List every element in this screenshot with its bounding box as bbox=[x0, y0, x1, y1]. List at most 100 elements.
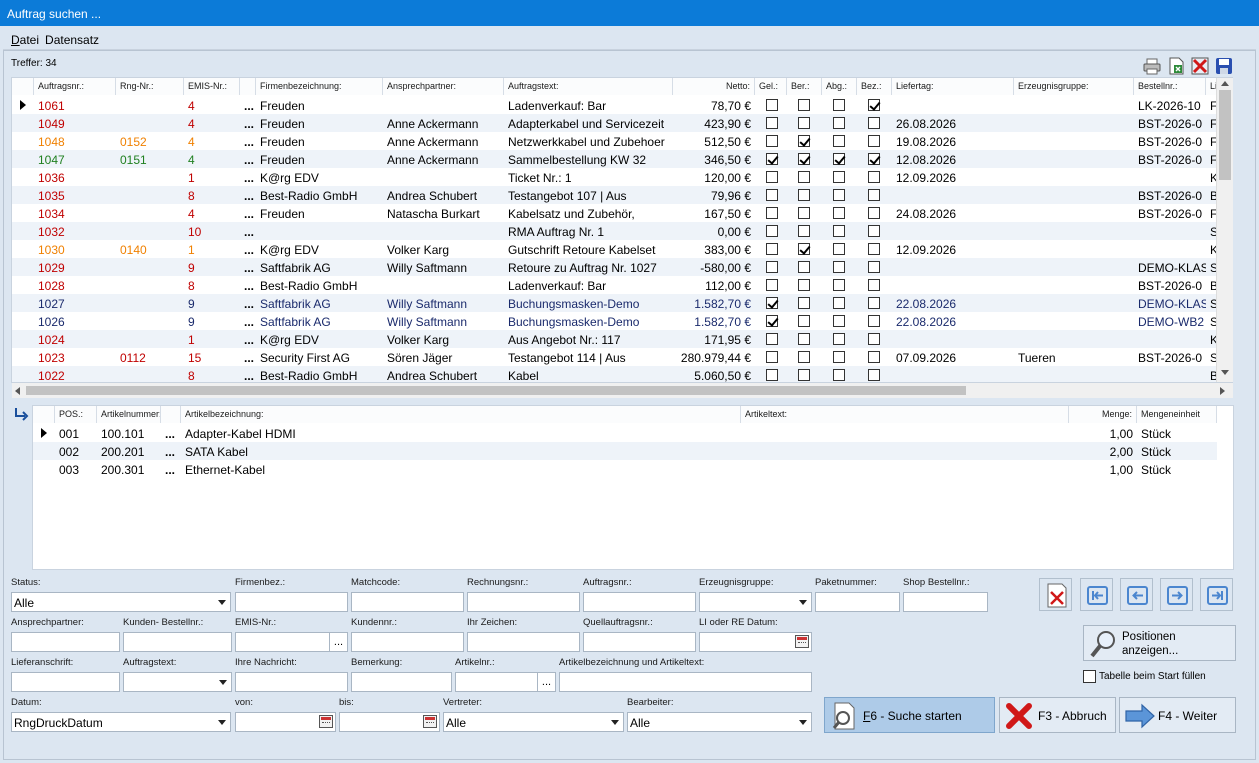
artikel-lookup-button[interactable]: ... bbox=[161, 424, 181, 442]
rechnungsnr-input[interactable] bbox=[467, 592, 580, 612]
checkbox-abg[interactable] bbox=[833, 189, 845, 201]
firma-lookup-button[interactable]: ... bbox=[240, 186, 256, 204]
checkbox-abg[interactable] bbox=[833, 207, 845, 219]
checkbox-ber[interactable] bbox=[798, 189, 810, 201]
checkbox-ber[interactable] bbox=[798, 225, 810, 237]
checkbox-gel[interactable] bbox=[766, 369, 778, 381]
table-row[interactable]: 1029 9... Saftfabrik AG Willy Saftmann Retou… bbox=[12, 258, 1232, 276]
checkbox-abg[interactable] bbox=[833, 225, 845, 237]
checkbox-bez[interactable] bbox=[868, 369, 880, 381]
checkbox-abg[interactable] bbox=[833, 315, 845, 327]
pos-column-header-artikeltext[interactable]: Artikeltext: bbox=[741, 406, 1069, 423]
checkbox-bez[interactable] bbox=[868, 117, 880, 129]
checkbox-abg[interactable] bbox=[833, 153, 845, 165]
table-row[interactable]: 1030 0140 1... K@rg EDV Volker Karg Gutschrif… bbox=[12, 240, 1232, 258]
column-header-firmenbezeichnung[interactable]: Firmenbezeichnung: bbox=[256, 78, 383, 95]
checkbox-ber[interactable] bbox=[798, 261, 810, 273]
start-search-button[interactable]: F6 - Suche starten bbox=[824, 697, 995, 733]
checkbox-gel[interactable] bbox=[766, 117, 778, 129]
checkbox-ber[interactable] bbox=[798, 207, 810, 219]
firma-lookup-button[interactable]: ... bbox=[240, 366, 256, 382]
checkbox-abg[interactable] bbox=[833, 351, 845, 363]
kundenbestellnr-input[interactable] bbox=[123, 632, 232, 652]
checkbox-gel[interactable] bbox=[766, 333, 778, 345]
checkbox-bez[interactable] bbox=[868, 153, 880, 165]
checkbox-gel[interactable] bbox=[766, 297, 778, 309]
fill-on-start-checkbox[interactable] bbox=[1083, 670, 1096, 683]
status-select[interactable]: Alle bbox=[11, 592, 231, 612]
checkbox-abg[interactable] bbox=[833, 99, 845, 111]
table-row[interactable]: 1022 8... Best-Radio GmbH Andrea Schubert Ka… bbox=[12, 366, 1232, 382]
orders-grid[interactable]: Auftragsnr.: Rng-Nr.: EMIS-Nr.: Firmenbezei… bbox=[11, 77, 1233, 383]
positions-grid[interactable]: POS.: Artikelnummer: Artikelbezeichnung: Ar… bbox=[32, 405, 1234, 570]
checkbox-ber[interactable] bbox=[798, 369, 810, 381]
column-header-abg[interactable]: Abg.: bbox=[822, 78, 857, 95]
calendar-icon[interactable] bbox=[319, 715, 333, 728]
firma-lookup-button[interactable]: ... bbox=[240, 132, 256, 150]
column-header-bez[interactable]: Bez.: bbox=[857, 78, 892, 95]
checkbox-ber[interactable] bbox=[798, 117, 810, 129]
shopbestellnr-input[interactable] bbox=[903, 592, 988, 612]
firma-lookup-button[interactable]: ... bbox=[240, 114, 256, 132]
next-record-button[interactable] bbox=[1160, 578, 1193, 611]
checkbox-abg[interactable] bbox=[833, 261, 845, 273]
table-row[interactable]: 1027 9... Saftfabrik AG Willy Saftmann Buchu… bbox=[12, 294, 1232, 312]
emisnr-input[interactable]: ... bbox=[235, 632, 348, 652]
checkbox-abg[interactable] bbox=[833, 279, 845, 291]
checkbox-gel[interactable] bbox=[766, 189, 778, 201]
save-icon[interactable] bbox=[1215, 57, 1233, 75]
checkbox-gel[interactable] bbox=[766, 135, 778, 147]
column-header-auftragsnr[interactable]: Auftragsnr.: bbox=[34, 78, 116, 95]
datum-select[interactable]: RngDruckDatum bbox=[11, 712, 231, 732]
first-record-button[interactable] bbox=[1080, 578, 1113, 611]
delete-grid-icon[interactable] bbox=[1191, 57, 1209, 75]
pos-column-header-menge[interactable]: Menge: bbox=[1069, 406, 1137, 423]
checkbox-bez[interactable] bbox=[868, 135, 880, 147]
column-header-ansprechpartner[interactable]: Ansprechpartner: bbox=[383, 78, 504, 95]
matchcode-input[interactable] bbox=[351, 592, 464, 612]
table-row[interactable]: 1034 4... Freuden Natascha Burkart Kabelsatz… bbox=[12, 204, 1232, 222]
table-row[interactable]: 1026 9... Saftfabrik AG Willy Saftmann Buchu… bbox=[12, 312, 1232, 330]
ansprechpartner-input[interactable] bbox=[11, 632, 120, 652]
calendar-icon[interactable] bbox=[795, 635, 809, 648]
checkbox-ber[interactable] bbox=[798, 171, 810, 183]
artikel-lookup-button[interactable]: ... bbox=[161, 460, 181, 478]
position-row[interactable]: 003 200.301... Ethernet-Kabel 1,00 Stück bbox=[33, 460, 1217, 478]
firma-lookup-button[interactable]: ... bbox=[240, 240, 256, 258]
checkbox-ber[interactable] bbox=[798, 315, 810, 327]
erzeugnisgruppe-select[interactable] bbox=[699, 592, 812, 612]
artikelnr-input[interactable]: ... bbox=[455, 672, 556, 692]
checkbox-gel[interactable] bbox=[766, 279, 778, 291]
vertreter-select[interactable]: Alle bbox=[443, 712, 624, 732]
checkbox-gel[interactable] bbox=[766, 99, 778, 111]
checkbox-ber[interactable] bbox=[798, 333, 810, 345]
firmenbez-input[interactable] bbox=[235, 592, 348, 612]
checkbox-abg[interactable] bbox=[833, 171, 845, 183]
show-positions-button[interactable]: Positionen anzeigen... bbox=[1083, 625, 1236, 661]
firma-lookup-button[interactable]: ... bbox=[240, 204, 256, 222]
pos-column-header-artikelnummer[interactable]: Artikelnummer: bbox=[97, 406, 161, 423]
bemerkung-input[interactable] bbox=[351, 672, 452, 692]
checkbox-bez[interactable] bbox=[868, 207, 880, 219]
calendar-icon[interactable] bbox=[423, 715, 437, 728]
checkbox-gel[interactable] bbox=[766, 207, 778, 219]
checkbox-bez[interactable] bbox=[868, 189, 880, 201]
checkbox-bez[interactable] bbox=[868, 279, 880, 291]
checkbox-bez[interactable] bbox=[868, 261, 880, 273]
table-row[interactable]: 1047 0151 4... Freuden Anne Ackermann Sammelb… bbox=[12, 150, 1232, 168]
checkbox-ber[interactable] bbox=[798, 279, 810, 291]
lidatum-input[interactable] bbox=[699, 632, 812, 652]
checkbox-gel[interactable] bbox=[766, 351, 778, 363]
checkbox-bez[interactable] bbox=[868, 351, 880, 363]
export-excel-icon[interactable] bbox=[1167, 57, 1185, 75]
checkbox-abg[interactable] bbox=[833, 369, 845, 381]
menu-datensatz[interactable]: Datensatz bbox=[43, 28, 103, 47]
orders-grid-hscrollbar[interactable] bbox=[12, 383, 1233, 398]
firma-lookup-button[interactable]: ... bbox=[240, 276, 256, 294]
table-row[interactable]: 1028 8... Best-Radio GmbH Ladenverkauf: Bar… bbox=[12, 276, 1232, 294]
checkbox-ber[interactable] bbox=[798, 243, 810, 255]
auftragstext-select[interactable] bbox=[123, 672, 232, 692]
table-row[interactable]: 1035 8... Best-Radio GmbH Andrea Schubert Te… bbox=[12, 186, 1232, 204]
position-row[interactable]: 001 100.101... Adapter-Kabel HDMI 1,00 Stück bbox=[33, 424, 1217, 442]
firma-lookup-button[interactable]: ... bbox=[240, 258, 256, 276]
